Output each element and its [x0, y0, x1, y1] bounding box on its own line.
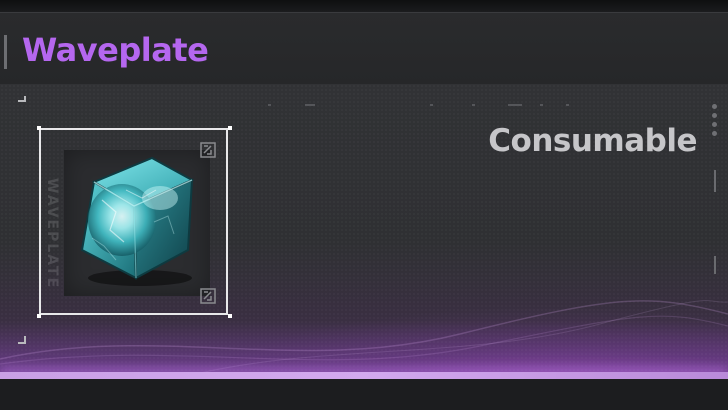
tick-mark [305, 104, 315, 106]
item-category: Consumable [488, 123, 697, 159]
frame-corner-dot [37, 126, 41, 130]
bottom-edge [0, 379, 728, 410]
frame-corner-dot [37, 314, 41, 318]
side-tick [714, 256, 716, 274]
frame-corner-dot [228, 126, 232, 130]
corner-mark [18, 342, 26, 350]
tick-mark [540, 104, 543, 106]
tick-mark [508, 104, 522, 106]
side-tick [714, 170, 716, 192]
item-title: Waveplate [22, 31, 209, 69]
indicator-dot [712, 113, 717, 118]
corner-mark [24, 336, 26, 342]
frame-glyph-icon [200, 142, 216, 158]
bottom-glow-line [0, 372, 728, 379]
indicator-dot [712, 104, 717, 109]
frame-corner-dot [228, 314, 232, 318]
tick-mark [472, 104, 475, 106]
frame-glyph-icon [200, 288, 216, 304]
indicator-dot [712, 122, 717, 127]
header-accent-bar [4, 35, 7, 69]
item-header: Waveplate [0, 12, 728, 85]
top-edge [0, 0, 728, 12]
indicator-dot [712, 131, 717, 136]
tick-mark [268, 104, 271, 106]
tick-mark [430, 104, 433, 106]
side-indicator-dots [712, 104, 718, 144]
item-detail-panel: Waveplate WAVEPLATE [0, 0, 728, 410]
tick-mark [566, 104, 569, 106]
corner-mark [24, 96, 26, 102]
